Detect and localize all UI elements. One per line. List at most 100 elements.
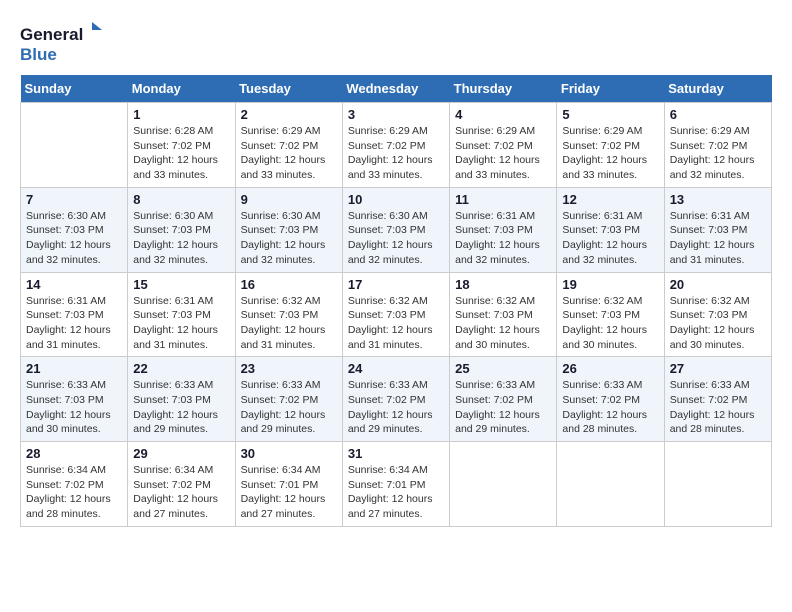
day-number: 27 [670, 361, 766, 376]
day-number: 29 [133, 446, 229, 461]
day-header-friday: Friday [557, 75, 664, 103]
day-info: Sunrise: 6:31 AM Sunset: 7:03 PM Dayligh… [26, 294, 122, 353]
calendar-cell: 17Sunrise: 6:32 AM Sunset: 7:03 PM Dayli… [342, 272, 449, 357]
calendar-cell: 29 Sunrise: 6:34 AM Sunset: 7:02 PM Dayli… [128, 442, 235, 527]
logo-svg: General Blue [20, 20, 110, 65]
calendar-cell: 2 Sunrise: 6:29 AM Sunset: 7:02 PM Daylig… [235, 103, 342, 188]
day-number: 23 [241, 361, 337, 376]
day-number: 6 [670, 107, 766, 122]
day-number: 10 [348, 192, 444, 207]
calendar-cell [664, 442, 771, 527]
calendar-cell: 30 Sunrise: 6:34 AM Sunset: 7:01 PM Dayli… [235, 442, 342, 527]
day-number: 25 [455, 361, 551, 376]
day-number: 15 [133, 277, 229, 292]
day-info: Sunrise: 6:29 AM Sunset: 7:02 PM Dayligh… [241, 124, 337, 183]
calendar-cell: 28 Sunrise: 6:34 AM Sunset: 7:02 PM Dayli… [21, 442, 128, 527]
day-header-wednesday: Wednesday [342, 75, 449, 103]
day-number: 11 [455, 192, 551, 207]
calendar-cell: 22Sunrise: 6:33 AM Sunset: 7:03 PM Dayli… [128, 357, 235, 442]
svg-text:General: General [20, 25, 83, 44]
day-number: 24 [348, 361, 444, 376]
svg-text:Blue: Blue [20, 45, 57, 64]
day-number: 3 [348, 107, 444, 122]
day-number: 18 [455, 277, 551, 292]
day-number: 28 [26, 446, 122, 461]
calendar-cell [557, 442, 664, 527]
day-number: 8 [133, 192, 229, 207]
calendar-cell: 31Sunrise: 6:34 AM Sunset: 7:01 PM Dayli… [342, 442, 449, 527]
day-info: Sunrise: 6:32 AM Sunset: 7:03 PM Dayligh… [562, 294, 658, 353]
calendar-table: SundayMondayTuesdayWednesdayThursdayFrid… [20, 75, 772, 527]
day-info: Sunrise: 6:32 AM Sunset: 7:03 PM Dayligh… [670, 294, 766, 353]
calendar-cell: 19 Sunrise: 6:32 AM Sunset: 7:03 PM Dayli… [557, 272, 664, 357]
calendar-cell: 7 Sunrise: 6:30 AM Sunset: 7:03 PM Daylig… [21, 187, 128, 272]
calendar-cell: 13 Sunrise: 6:31 AM Sunset: 7:03 PM Dayli… [664, 187, 771, 272]
calendar-cell: 27 Sunrise: 6:33 AM Sunset: 7:02 PM Dayli… [664, 357, 771, 442]
day-info: Sunrise: 6:32 AM Sunset: 7:03 PM Dayligh… [455, 294, 551, 353]
calendar-cell: 14 Sunrise: 6:31 AM Sunset: 7:03 PM Dayli… [21, 272, 128, 357]
day-number: 13 [670, 192, 766, 207]
day-info: Sunrise: 6:29 AM Sunset: 7:02 PM Dayligh… [348, 124, 444, 183]
day-info: Sunrise: 6:31 AM Sunset: 7:03 PM Dayligh… [455, 209, 551, 268]
day-info: Sunrise: 6:31 AM Sunset: 7:03 PM Dayligh… [670, 209, 766, 268]
calendar-cell: 18 Sunrise: 6:32 AM Sunset: 7:03 PM Dayli… [450, 272, 557, 357]
calendar-cell: 12 Sunrise: 6:31 AM Sunset: 7:03 PM Dayli… [557, 187, 664, 272]
calendar-cell [450, 442, 557, 527]
day-number: 16 [241, 277, 337, 292]
day-info: Sunrise: 6:34 AM Sunset: 7:01 PM Dayligh… [241, 463, 337, 522]
day-info: Sunrise: 6:32 AM Sunset: 7:03 PM Dayligh… [241, 294, 337, 353]
calendar-cell: 4Sunrise: 6:29 AM Sunset: 7:02 PM Daylig… [450, 103, 557, 188]
day-info: Sunrise: 6:28 AM Sunset: 7:02 PM Dayligh… [133, 124, 229, 183]
day-number: 12 [562, 192, 658, 207]
day-headers-row: SundayMondayTuesdayWednesdayThursdayFrid… [21, 75, 772, 103]
calendar-cell: 10 Sunrise: 6:30 AM Sunset: 7:03 PM Dayli… [342, 187, 449, 272]
day-number: 31 [348, 446, 444, 461]
calendar-cell: 23Sunrise: 6:33 AM Sunset: 7:02 PM Dayli… [235, 357, 342, 442]
day-info: Sunrise: 6:34 AM Sunset: 7:02 PM Dayligh… [26, 463, 122, 522]
day-info: Sunrise: 6:33 AM Sunset: 7:03 PM Dayligh… [133, 378, 229, 437]
page-header: General Blue [20, 20, 772, 65]
day-number: 9 [241, 192, 337, 207]
day-header-tuesday: Tuesday [235, 75, 342, 103]
day-info: Sunrise: 6:31 AM Sunset: 7:03 PM Dayligh… [562, 209, 658, 268]
day-number: 14 [26, 277, 122, 292]
day-number: 4 [455, 107, 551, 122]
day-info: Sunrise: 6:29 AM Sunset: 7:02 PM Dayligh… [562, 124, 658, 183]
calendar-cell: 15Sunrise: 6:31 AM Sunset: 7:03 PM Dayli… [128, 272, 235, 357]
day-info: Sunrise: 6:29 AM Sunset: 7:02 PM Dayligh… [670, 124, 766, 183]
day-number: 20 [670, 277, 766, 292]
day-number: 7 [26, 192, 122, 207]
calendar-cell: 25 Sunrise: 6:33 AM Sunset: 7:02 PM Dayli… [450, 357, 557, 442]
calendar-cell: 21 Sunrise: 6:33 AM Sunset: 7:03 PM Dayli… [21, 357, 128, 442]
calendar-cell: 8Sunrise: 6:30 AM Sunset: 7:03 PM Daylig… [128, 187, 235, 272]
day-info: Sunrise: 6:33 AM Sunset: 7:02 PM Dayligh… [455, 378, 551, 437]
day-number: 26 [562, 361, 658, 376]
logo: General Blue [20, 20, 110, 65]
calendar-cell: 20 Sunrise: 6:32 AM Sunset: 7:03 PM Dayli… [664, 272, 771, 357]
day-info: Sunrise: 6:33 AM Sunset: 7:02 PM Dayligh… [348, 378, 444, 437]
day-info: Sunrise: 6:33 AM Sunset: 7:03 PM Dayligh… [26, 378, 122, 437]
day-number: 5 [562, 107, 658, 122]
calendar-cell: 5 Sunrise: 6:29 AM Sunset: 7:02 PM Daylig… [557, 103, 664, 188]
calendar-cell: 1Sunrise: 6:28 AM Sunset: 7:02 PM Daylig… [128, 103, 235, 188]
day-header-monday: Monday [128, 75, 235, 103]
calendar-cell: 3 Sunrise: 6:29 AM Sunset: 7:02 PM Daylig… [342, 103, 449, 188]
calendar-cell [21, 103, 128, 188]
week-row-1: 1Sunrise: 6:28 AM Sunset: 7:02 PM Daylig… [21, 103, 772, 188]
day-info: Sunrise: 6:30 AM Sunset: 7:03 PM Dayligh… [26, 209, 122, 268]
day-info: Sunrise: 6:34 AM Sunset: 7:02 PM Dayligh… [133, 463, 229, 522]
day-number: 30 [241, 446, 337, 461]
calendar-cell: 9Sunrise: 6:30 AM Sunset: 7:03 PM Daylig… [235, 187, 342, 272]
day-number: 21 [26, 361, 122, 376]
day-info: Sunrise: 6:33 AM Sunset: 7:02 PM Dayligh… [562, 378, 658, 437]
day-number: 2 [241, 107, 337, 122]
day-info: Sunrise: 6:33 AM Sunset: 7:02 PM Dayligh… [670, 378, 766, 437]
calendar-cell: 24 Sunrise: 6:33 AM Sunset: 7:02 PM Dayli… [342, 357, 449, 442]
day-info: Sunrise: 6:30 AM Sunset: 7:03 PM Dayligh… [348, 209, 444, 268]
day-header-thursday: Thursday [450, 75, 557, 103]
week-row-3: 14 Sunrise: 6:31 AM Sunset: 7:03 PM Dayli… [21, 272, 772, 357]
day-header-sunday: Sunday [21, 75, 128, 103]
calendar-cell: 6 Sunrise: 6:29 AM Sunset: 7:02 PM Daylig… [664, 103, 771, 188]
calendar-cell: 26 Sunrise: 6:33 AM Sunset: 7:02 PM Dayli… [557, 357, 664, 442]
day-number: 19 [562, 277, 658, 292]
